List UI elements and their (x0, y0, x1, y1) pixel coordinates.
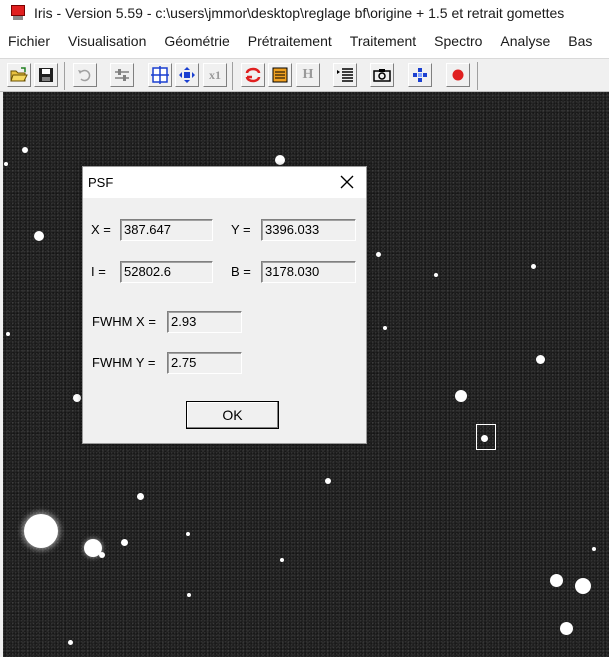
blue-diamond-button[interactable] (408, 63, 432, 87)
move-arrows-icon (179, 67, 195, 83)
zoom-x1-icon: x1 (209, 67, 221, 82)
close-icon[interactable] (338, 173, 356, 191)
i-value-field: 52802.6 (120, 261, 213, 283)
menu-pretraitement[interactable]: Prétraitement (248, 33, 332, 49)
zoom-target-icon (151, 66, 169, 84)
list-icon (337, 68, 353, 82)
star (325, 478, 331, 484)
x-label: X = (91, 222, 111, 237)
i-label: I = (91, 264, 106, 279)
header-button[interactable]: H (296, 63, 320, 87)
list-button[interactable] (333, 63, 357, 87)
window-title: Iris - Version 5.59 - c:\users\jmmor\des… (34, 5, 565, 21)
star (4, 162, 8, 166)
star (22, 147, 28, 153)
fwhm-y-label: FWHM Y = (92, 355, 156, 370)
star (383, 326, 387, 330)
orange-panel-button[interactable] (268, 63, 292, 87)
menu-fichier[interactable]: Fichier (8, 33, 50, 49)
threshold-sliders-icon (115, 69, 129, 81)
ok-button[interactable]: OK (186, 401, 279, 429)
red-dot-button[interactable] (446, 63, 470, 87)
y-value-field: 3396.033 (261, 219, 356, 241)
star (99, 552, 105, 558)
save-button[interactable] (34, 63, 58, 87)
undo-button[interactable] (73, 63, 97, 87)
star (24, 514, 58, 548)
menu-spectro[interactable]: Spectro (434, 33, 482, 49)
star (34, 231, 44, 241)
menu-geometrie[interactable]: Géométrie (164, 33, 229, 49)
star (531, 264, 536, 269)
fwhm-x-value-field: 2.93 (167, 311, 242, 333)
psf-dialog-title: PSF (88, 175, 114, 190)
menu-traitement[interactable]: Traitement (350, 33, 416, 49)
star (455, 390, 467, 402)
save-icon (39, 68, 53, 82)
star (186, 532, 190, 536)
star (187, 593, 191, 597)
open-folder-icon (10, 67, 28, 82)
y-label: Y = (231, 222, 251, 237)
fwhm-y-value-field: 2.75 (167, 352, 242, 374)
b-value-field: 3178.030 (261, 261, 356, 283)
x-value-field: 387.647 (120, 219, 213, 241)
move-button[interactable] (175, 63, 199, 87)
star (121, 539, 128, 546)
menu-bas[interactable]: Bas (568, 33, 592, 49)
red-swirl-button[interactable] (241, 63, 265, 87)
camera-icon (373, 69, 391, 82)
star (137, 493, 144, 500)
zoom-target-button[interactable] (148, 63, 172, 87)
red-dot-icon (452, 69, 464, 81)
menu-bar: Fichier Visualisation Géométrie Prétrait… (0, 28, 609, 54)
window-titlebar: Iris - Version 5.59 - c:\users\jmmor\des… (0, 0, 609, 26)
open-button[interactable] (7, 63, 31, 87)
star (434, 273, 438, 277)
red-swirl-icon (245, 67, 261, 83)
camera-button[interactable] (370, 63, 394, 87)
star (560, 622, 573, 635)
menu-analyse[interactable]: Analyse (500, 33, 550, 49)
b-label: B = (231, 264, 251, 279)
star (73, 394, 81, 402)
blue-diamond-icon (413, 68, 427, 82)
star (275, 155, 285, 165)
iris-app-icon (10, 5, 26, 21)
psf-dialog-titlebar: PSF (83, 167, 366, 198)
psf-selection-box[interactable] (476, 424, 496, 450)
toolbar: x1 H (0, 58, 609, 92)
star (575, 578, 591, 594)
star (68, 640, 73, 645)
star (550, 574, 563, 587)
star (6, 332, 10, 336)
orange-panel-icon (272, 67, 288, 83)
zoom-x1-button[interactable]: x1 (203, 63, 227, 87)
psf-dialog: PSF X = 387.647 Y = 3396.033 I = 52802.6… (82, 166, 367, 444)
star (376, 252, 381, 257)
header-icon: H (302, 67, 314, 82)
star (592, 547, 596, 551)
threshold-button[interactable] (110, 63, 134, 87)
star (536, 355, 545, 364)
fwhm-x-label: FWHM X = (92, 314, 156, 329)
menu-visualisation[interactable]: Visualisation (68, 33, 146, 49)
star (280, 558, 284, 562)
undo-icon (78, 69, 91, 82)
